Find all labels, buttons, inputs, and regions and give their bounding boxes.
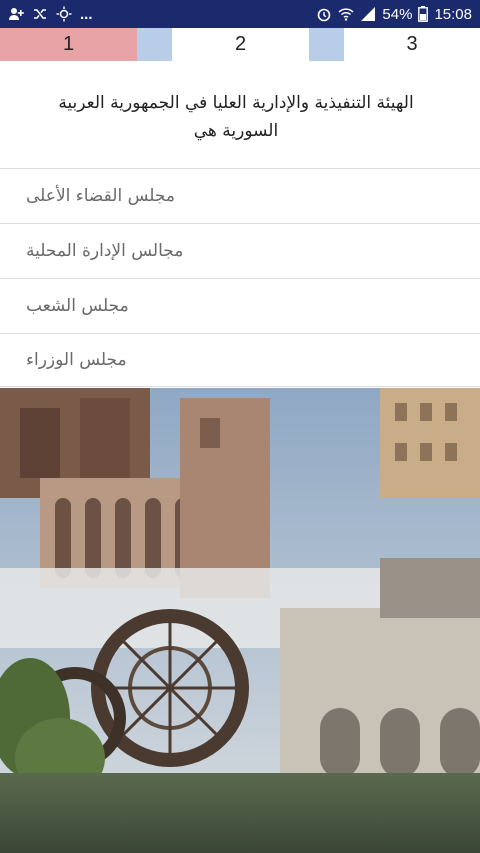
status-bar: ... 54% 15:08 bbox=[0, 0, 480, 28]
more-dots-text: ... bbox=[80, 5, 93, 23]
question-card: الهيئة التنفيذية والإدارية العليا في الج… bbox=[0, 61, 480, 168]
question-text: الهيئة التنفيذية والإدارية العليا في الج… bbox=[58, 93, 414, 141]
answer-option-3[interactable]: مجلس الشعب bbox=[0, 278, 480, 332]
answer-option-1[interactable]: مجلس القضاء الأعلى bbox=[0, 168, 480, 222]
tab-question-1[interactable]: 1 bbox=[0, 28, 137, 61]
signal-icon bbox=[361, 7, 376, 21]
tab-question-2[interactable]: 2 bbox=[172, 28, 309, 61]
answer-option-4[interactable]: مجلس الوزراء bbox=[0, 333, 480, 387]
brightness-icon bbox=[56, 6, 72, 22]
hama-waterwheels-image bbox=[0, 388, 480, 853]
person-add-icon bbox=[9, 8, 24, 20]
answer-label: مجلس الوزراء bbox=[26, 350, 127, 370]
status-left-icons: ... bbox=[8, 4, 93, 24]
battery-percent: 54% bbox=[382, 5, 413, 23]
tab-label: 3 bbox=[406, 33, 418, 55]
status-right-icons: 54% 15:08 bbox=[316, 4, 472, 24]
shuffle-icon bbox=[34, 9, 46, 19]
answer-option-2[interactable]: مجالس الإدارة المحلية bbox=[0, 223, 480, 277]
tab-separator bbox=[137, 28, 172, 61]
answer-label: مجلس الشعب bbox=[26, 295, 129, 316]
answer-options: مجلس القضاء الأعلى مجالس الإدارة المحلية… bbox=[0, 168, 480, 388]
tab-question-3[interactable]: 3 bbox=[344, 28, 480, 61]
wifi-icon bbox=[338, 8, 354, 21]
clock: 15:08 bbox=[434, 5, 472, 23]
background-photo bbox=[0, 388, 480, 853]
tab-label: 1 bbox=[62, 33, 75, 55]
answer-label: مجلس القضاء الأعلى bbox=[26, 185, 175, 206]
battery-icon bbox=[418, 6, 429, 22]
tab-label: 2 bbox=[234, 33, 247, 55]
alarm-icon bbox=[318, 8, 331, 22]
tab-separator bbox=[309, 28, 344, 61]
answer-label: مجالس الإدارة المحلية bbox=[26, 240, 184, 261]
question-tabs: 1 2 3 bbox=[0, 28, 480, 61]
